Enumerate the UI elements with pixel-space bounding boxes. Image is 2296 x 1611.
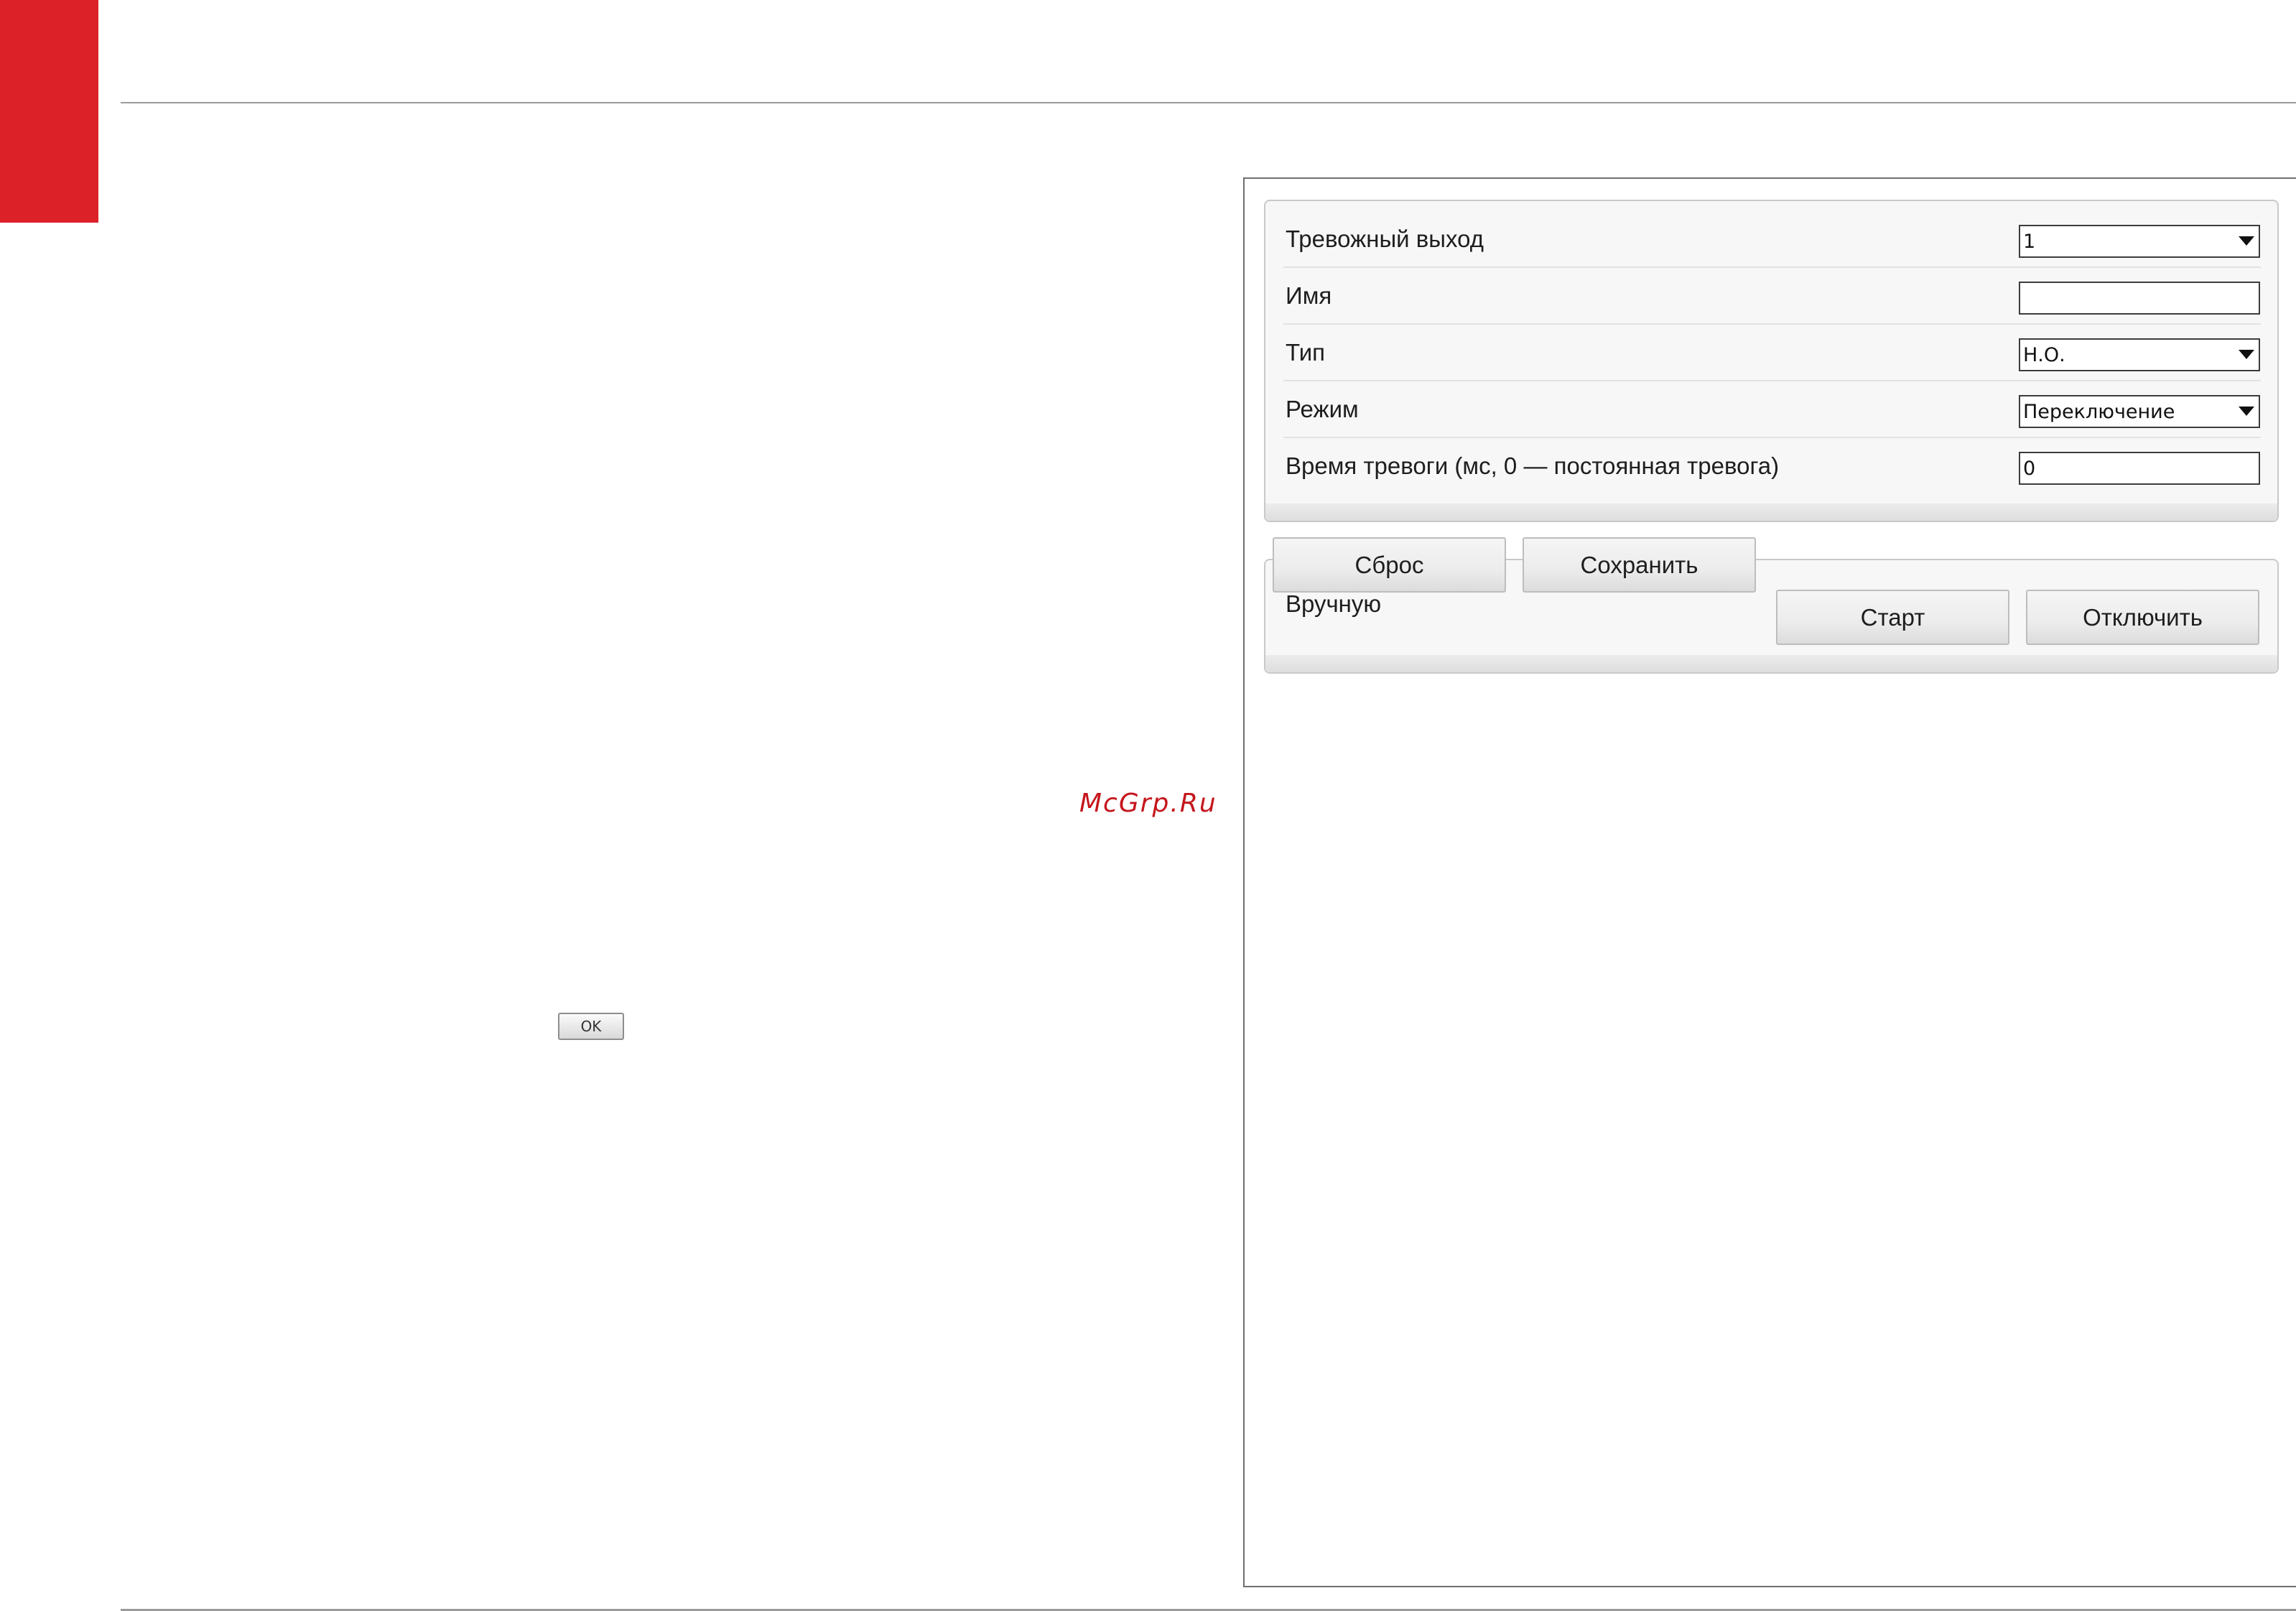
alarm-output-label: Тревожный выход: [1286, 226, 1484, 252]
triangle-down-icon: [2239, 350, 2254, 359]
save-button[interactable]: Сохранить: [1523, 537, 1756, 593]
alarm-output-select[interactable]: 1: [2019, 225, 2260, 258]
header-divider: [121, 102, 2296, 103]
start-button[interactable]: Старт: [1776, 590, 2009, 645]
alarm-output-select-value: 1: [2023, 231, 2036, 253]
type-label: Тип: [1286, 339, 1326, 366]
mode-select[interactable]: Переключение: [2019, 395, 2260, 428]
row-type: Тип Н.О.: [1283, 323, 2261, 381]
name-field[interactable]: [2019, 282, 2260, 315]
triangle-down-icon: [2239, 407, 2254, 416]
mode-select-value: Переключение: [2023, 401, 2175, 423]
alarm-time-label: Время тревоги (мс, 0 — постоянная тревог…: [1286, 452, 1780, 479]
row-mode: Режим Переключение: [1283, 380, 2261, 438]
alarm-output-screenshot: Тревожный выход 1 Имя Тип Н.О. Режим Пер…: [1243, 177, 2296, 1587]
manual-label: Вручную: [1286, 590, 1382, 617]
watermark-text: McGrp.Ru: [1079, 789, 1217, 818]
row-name: Имя: [1283, 266, 2261, 325]
ok-button[interactable]: OK: [558, 1013, 624, 1040]
alarm-output-settings-panel: Тревожный выход 1 Имя Тип Н.О. Режим Пер…: [1264, 200, 2279, 522]
disable-button[interactable]: Отключить: [2026, 590, 2259, 645]
triangle-down-icon: [2239, 236, 2254, 246]
row-alarm-output: Тревожный выход 1: [1283, 210, 2261, 268]
alarm-time-field[interactable]: [2019, 452, 2260, 485]
type-select[interactable]: Н.О.: [2019, 338, 2260, 371]
mode-label: Режим: [1286, 396, 1359, 422]
type-select-value: Н.О.: [2023, 344, 2065, 366]
name-label: Имя: [1286, 282, 1332, 309]
reset-button[interactable]: Сброс: [1273, 537, 1506, 593]
row-alarm-time: Время тревоги (мс, 0 — постоянная тревог…: [1283, 437, 2261, 493]
section-color-tab: [0, 0, 98, 223]
